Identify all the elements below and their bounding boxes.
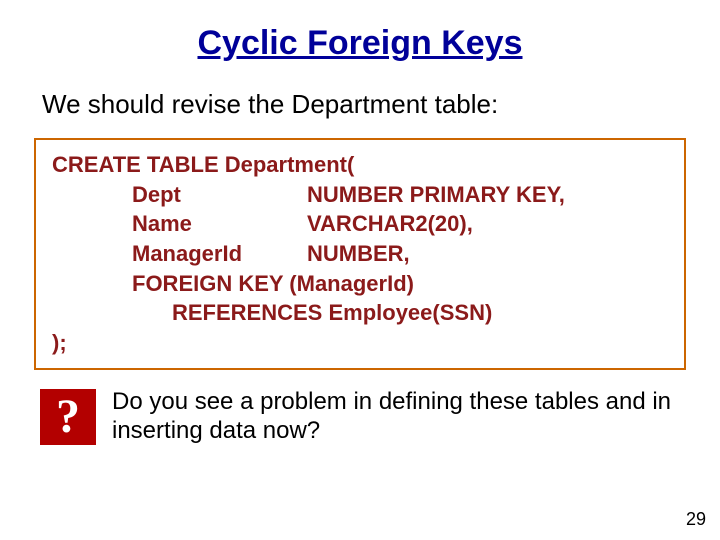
code-line: DeptNUMBER PRIMARY KEY, [52,180,668,210]
code-col-name: Dept [132,180,307,210]
question-mark-icon: ? [40,389,96,445]
code-line: REFERENCES Employee(SSN) [52,298,668,328]
question-row: ? Do you see a problem in defining these… [40,388,686,446]
code-col-type: NUMBER PRIMARY KEY, [307,182,565,207]
code-col-type: NUMBER, [307,241,410,266]
slide-title: Cyclic Foreign Keys [28,24,692,63]
code-line: ); [52,328,668,358]
sql-code-box: CREATE TABLE Department( DeptNUMBER PRIM… [34,138,686,370]
slide: Cyclic Foreign Keys We should revise the… [0,0,720,540]
code-col-name: Name [132,209,307,239]
code-line: FOREIGN KEY (ManagerId) [52,269,668,299]
code-line: CREATE TABLE Department( [52,150,668,180]
page-number: 29 [686,509,706,530]
code-line: NameVARCHAR2(20), [52,209,668,239]
code-col-name: ManagerId [132,239,307,269]
question-text: Do you see a problem in defining these t… [112,388,686,446]
intro-text: We should revise the Department table: [42,89,678,120]
code-col-type: VARCHAR2(20), [307,211,473,236]
code-line: ManagerIdNUMBER, [52,239,668,269]
